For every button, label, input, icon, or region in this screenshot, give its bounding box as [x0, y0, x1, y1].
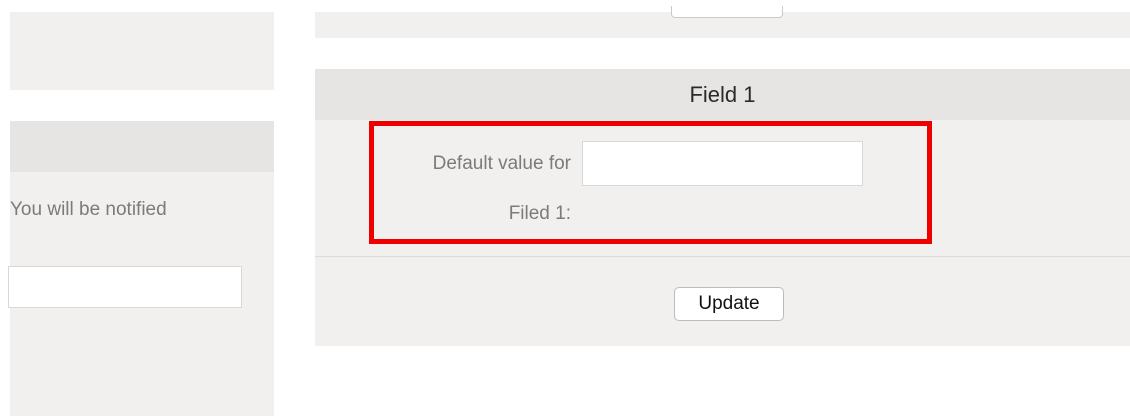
top-panel-button[interactable]	[671, 6, 783, 18]
default-value-input[interactable]	[582, 141, 863, 186]
update-button[interactable]: Update	[674, 287, 784, 321]
sidebar-notification-widget: You will be notified	[8, 121, 274, 416]
notification-email-input[interactable]	[8, 266, 242, 308]
field-1-panel: Field 1 Default value for Filed 1: Updat…	[315, 69, 1130, 346]
top-panel-strip	[315, 6, 1130, 38]
sidebar-widget-header	[10, 121, 274, 172]
default-value-label: Default value for	[432, 153, 571, 174]
sidebar-top-panel	[10, 12, 274, 90]
field-panel-title: Field 1	[315, 69, 1130, 120]
panel-divider	[315, 256, 1130, 257]
notification-text: You will be notified	[10, 199, 167, 220]
default-value-label-field-name: Filed 1:	[508, 203, 571, 224]
